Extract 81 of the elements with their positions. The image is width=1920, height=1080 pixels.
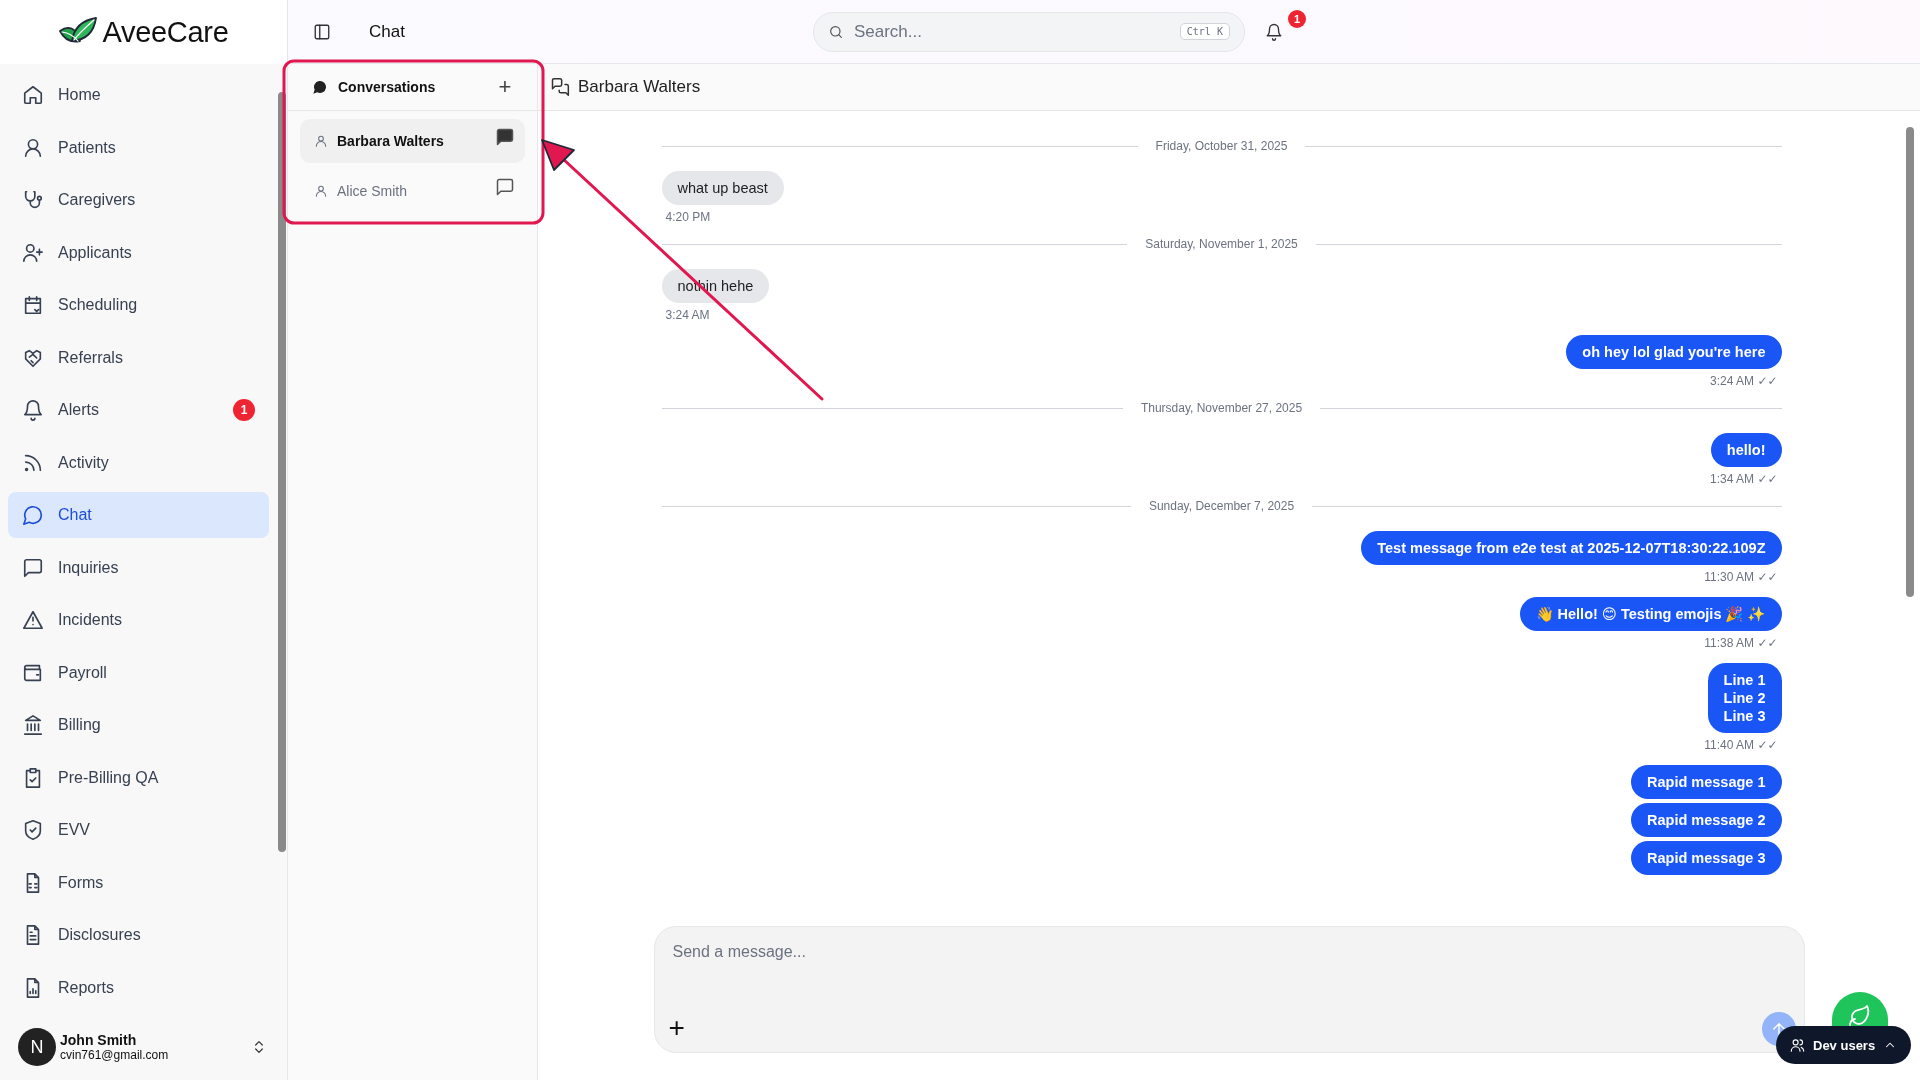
home-icon [22,84,44,106]
message-bubble: Rapid message 1 [1631,765,1782,799]
nav-item[interactable]: Referrals [8,334,269,381]
nav-item[interactable]: Forms [8,859,269,906]
conversation-item[interactable]: Alice Smith [300,169,525,213]
message-icon [22,556,44,579]
user-menu[interactable]: N John Smith cvin761@gmail.com [0,1018,287,1080]
nav-item[interactable]: Scheduling [8,282,269,328]
nav-item[interactable]: Alerts 1 [8,387,269,433]
message-bubble: Rapid message 2 [1631,803,1782,837]
message-bubble: Test message from e2e test at 2025-12-07T18:30:22.109Z [1361,531,1782,565]
date-divider: Sunday, December 7, 2025 [1148,499,1295,513]
date-divider: Thursday, November 27, 2025 [1140,401,1303,415]
nav-item[interactable]: Reports [8,964,269,1011]
message-bubble: Line 1 Line 2 Line 3 [1707,663,1782,733]
nav-item[interactable]: Home [8,72,269,118]
nav-item[interactable]: Chat [8,492,269,538]
shield-check-icon [22,819,44,841]
leaf-icon [1848,1004,1872,1028]
person-plus-icon [22,241,44,264]
nav-item[interactable]: Payroll [8,649,269,696]
message-time: 3:24 AM [665,308,710,322]
sidebar-toggle-button[interactable] [313,22,331,41]
nav-item[interactable]: Incidents [8,597,269,643]
message-bubble: 👋 Hello! 😊 Testing emojis 🎉 ✨ [1519,597,1782,631]
keyboard-shortcut: Ctrl K [1179,23,1230,40]
search-bar[interactable]: Search... Ctrl K [812,11,1245,52]
message-bubble: Rapid message 3 [1631,841,1782,875]
dev-users-button[interactable]: Dev users [1776,1026,1912,1064]
message-time: 11:30 AM ✓✓ [1704,570,1778,584]
message-time: 3:24 AM ✓✓ [1710,374,1778,388]
bell-icon [1264,22,1283,41]
avatar: N [18,1028,56,1066]
chat-title: Barbara Walters [578,77,701,97]
chat-bubbles-icon [550,77,570,97]
message-time: 11:38 AM ✓✓ [1704,636,1778,650]
new-conversation-button[interactable]: + [495,74,515,100]
message-time: 11:40 AM ✓✓ [1704,738,1778,752]
nav-item[interactable]: Disclosures [8,912,269,958]
search-input[interactable]: Search... [851,20,1172,43]
person-icon [22,136,44,159]
nav-item[interactable]: Caregivers [8,177,269,223]
nav-item[interactable]: Pre-Billing QA [8,754,269,801]
nav-item[interactable]: Applicants [8,229,269,276]
conversation-item[interactable]: Barbara Walters [300,119,525,163]
message-bubble: oh hey lol glad you're here [1566,335,1782,369]
alert-count: 1 [233,399,255,421]
person-icon [314,184,328,198]
stethoscope-icon [22,189,44,211]
message-field[interactable]: Send a message... + [653,926,1805,1053]
notifications-button[interactable] [1264,22,1283,41]
message-time: 4:20 PM [665,210,711,224]
nav-item[interactable]: EVV [8,807,269,853]
panel-title: Conversations [338,79,437,95]
date-divider: Friday, October 31, 2025 [1155,139,1288,153]
date-divider: Saturday, November 1, 2025 [1145,237,1298,251]
user-name: John Smith [60,1032,138,1048]
person-icon [314,134,328,148]
sidebar-panel-icon [313,22,331,41]
warning-icon [22,609,44,631]
user-email: cvin761@gmail.com [60,1048,170,1062]
bank-icon [22,714,44,736]
brand-name: AveeCare [102,15,229,49]
page-title: Chat [369,21,405,42]
message-time: 1:34 AM ✓✓ [1710,472,1778,486]
message-icon [495,127,515,147]
speech-bubble-icon [22,504,44,526]
people-icon [1790,1037,1805,1053]
calendar-icon [22,294,44,316]
nav-item[interactable]: Activity [8,439,269,486]
message-bubble: hello! [1710,433,1782,467]
bell-icon [22,399,44,421]
search-icon [827,23,844,40]
nav-item[interactable]: Inquiries [8,544,269,591]
nav-item[interactable]: Patients [8,124,269,171]
speech-bubble-icon [312,79,328,95]
nav-item[interactable]: Billing [8,702,269,748]
message-bubble: what up beast [661,171,784,205]
attach-button[interactable]: + [668,1014,685,1042]
message-icon [495,177,515,197]
notification-count: 1 [1288,10,1306,28]
